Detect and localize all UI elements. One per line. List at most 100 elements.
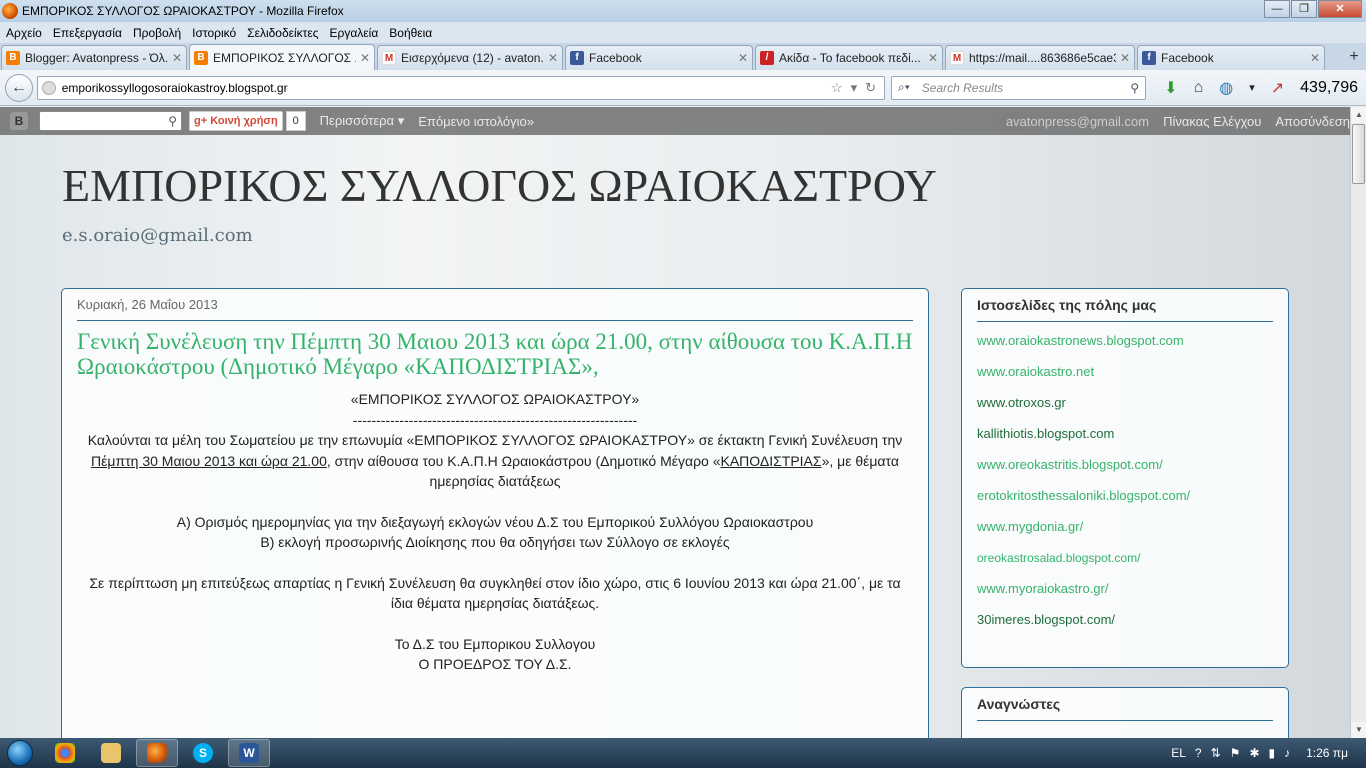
menu-history[interactable]: Ιστορικό [192, 26, 236, 40]
network-icon[interactable]: ⇅ [1211, 746, 1221, 760]
sidebar-link[interactable]: erotokritosthessaloniki.blogspot.com/ [977, 486, 1273, 517]
blogger-icon: B [194, 50, 208, 65]
back-button[interactable]: ← [5, 73, 33, 102]
links-widget-title: Ιστοσελίδες της πόλης μας [977, 297, 1273, 322]
search-engine-icon[interactable]: ⌕▾ [898, 80, 910, 95]
history-dropdown-icon[interactable]: ▾ [851, 80, 858, 96]
scroll-up-icon[interactable]: ▲ [1351, 107, 1366, 123]
tab-akida[interactable]: / Ακίδα - Το facebook πεδί... ✕ [755, 45, 943, 70]
vertical-scrollbar[interactable]: ▲ ▼ [1350, 107, 1366, 738]
tab-close-icon[interactable]: ✕ [1310, 51, 1320, 65]
readers-widget-title: Αναγνώστες [977, 696, 1273, 721]
search-placeholder: Search Results [921, 80, 1004, 95]
page-content: B ⚲ g+ Κοινή χρήση 0 Περισσότερα ▾ Επόμε… [0, 107, 1350, 738]
sidebar-link[interactable]: www.myoraiokastro.gr/ [977, 579, 1273, 610]
home-icon[interactable]: ⌂ [1194, 79, 1204, 97]
tab-close-icon[interactable]: ✕ [738, 51, 748, 65]
download-icon[interactable]: ⬇ [1164, 78, 1177, 98]
sidebar-link[interactable]: www.oreokastritis.blogspot.com/ [977, 455, 1273, 486]
taskbar-word[interactable]: W [228, 739, 270, 767]
search-bar[interactable]: ⌕▾ Search Results ⚲ [891, 75, 1147, 100]
tab-close-icon[interactable]: ✕ [1120, 51, 1130, 65]
new-tab-button[interactable]: + [1342, 46, 1366, 70]
reload-icon[interactable]: ↻ [865, 80, 876, 96]
tab-close-icon[interactable]: ✕ [548, 51, 558, 65]
tab-blogger[interactable]: B Blogger: Avatonpress - Όλ... ✕ [1, 45, 187, 70]
gmail-icon: M [950, 51, 964, 65]
tab-close-icon[interactable]: ✕ [928, 51, 938, 65]
stats-icon[interactable]: ↗ [1271, 78, 1284, 98]
bluetooth-icon[interactable]: ✱ [1249, 746, 1259, 760]
addon-dropdown-icon[interactable]: ▾ [1249, 81, 1255, 94]
menu-bookmarks[interactable]: Σελιδοδείκτες [247, 26, 318, 40]
language-indicator[interactable]: EL [1171, 746, 1186, 760]
menu-help[interactable]: Βοήθεια [389, 26, 432, 40]
menu-file[interactable]: Αρχείο [6, 26, 42, 40]
more-menu[interactable]: Περισσότερα ▾ [320, 113, 405, 129]
post-org-heading: «ΕΜΠΟΡΙΚΟΣ ΣΥΛΛΟΓΟΣ ΩΡΑΙΟΚΑΣΤΡΟΥ» [350, 391, 640, 407]
system-tray: EL ? ⇅ ⚑ ✱ ▮ ♪ 1:26 πμ [1162, 746, 1366, 760]
site-identity-icon[interactable] [41, 80, 56, 95]
post-divider: ----------------------------------------… [352, 411, 638, 428]
sidebar-link[interactable]: oreokastrosalad.blogspot.com/ [977, 548, 1273, 579]
post-title[interactable]: Γενική Συνέλευση την Πέμπτη 30 Μαιου 201… [77, 329, 913, 379]
tab-close-icon[interactable]: ✕ [360, 51, 370, 65]
tab-mail[interactable]: M https://mail....863686e5cae3 ✕ [945, 45, 1135, 70]
folder-icon [101, 743, 121, 763]
window-title: ΕΜΠΟΡΙΚΟΣ ΣΥΛΛΟΓΟΣ ΩΡΑΙΟΚΑΣΤΡΟΥ - Mozill… [22, 4, 344, 18]
blogger-navbar: B ⚲ g+ Κοινή χρήση 0 Περισσότερα ▾ Επόμε… [0, 107, 1350, 135]
blog-title[interactable]: ΕΜΠΟΡΙΚΟΣ ΣΥΛΛΟΓΟΣ ΩΡΑΙΟΚΑΣΤΡΟΥ [62, 159, 937, 212]
clock[interactable]: 1:26 πμ [1306, 746, 1348, 760]
menu-bar: Αρχείο Επεξεργασία Προβολή Ιστορικό Σελι… [0, 22, 1366, 43]
menu-edit[interactable]: Επεξεργασία [53, 26, 122, 40]
minimize-button[interactable]: — [1264, 0, 1290, 18]
sidebar-link[interactable]: kallithiotis.blogspot.com [977, 424, 1273, 455]
post-paragraph-2: Σε περίπτωση μη επιτεύξεως απαρτίας η Γε… [89, 574, 901, 612]
sidebar-link[interactable]: www.otroxos.gr [977, 393, 1273, 424]
sidebar-link[interactable]: www.oraiokastro.net [977, 362, 1273, 393]
sidebar-link[interactable]: www.mygdonia.gr/ [977, 517, 1273, 548]
chrome-icon [55, 743, 75, 763]
taskbar-skype[interactable]: S [182, 739, 224, 767]
action-center-icon[interactable]: ⚑ [1230, 746, 1241, 760]
blog-description: e.s.oraio@gmail.com [62, 225, 253, 246]
volume-icon[interactable]: ♪ [1284, 746, 1290, 760]
search-icon[interactable]: ⚲ [168, 114, 177, 128]
tab-facebook-2[interactable]: f Facebook ✕ [1137, 45, 1325, 70]
taskbar-chrome[interactable] [44, 739, 86, 767]
taskbar-explorer[interactable] [90, 739, 132, 767]
url-bar[interactable]: emporikossyllogosoraiokastroy.blogspot.g… [36, 75, 886, 100]
post-item-a: Α) Ορισμός ημερομηνίας για την διεξαγωγή… [176, 513, 814, 530]
tab-inbox[interactable]: M Εισερχόμενα (12) - avaton... ✕ [377, 45, 563, 70]
readers-widget: Αναγνώστες [961, 687, 1289, 738]
sidebar-link[interactable]: www.oraiokastronews.blogspot.com [977, 331, 1273, 362]
close-button[interactable]: ✕ [1318, 0, 1362, 18]
menu-tools[interactable]: Εργαλεία [330, 26, 379, 40]
post-signature-2: Ο ΠΡΟΕΔΡΟΣ ΤΟΥ Δ.Σ. [418, 656, 572, 672]
menu-view[interactable]: Προβολή [133, 26, 181, 40]
next-blog-link[interactable]: Επόμενο ιστολόγιο» [418, 114, 534, 129]
sidebar-link[interactable]: 30imeres.blogspot.com/ [977, 610, 1273, 641]
links-widget: Ιστοσελίδες της πόλης μας www.oraiokastr… [961, 288, 1289, 668]
tab-close-icon[interactable]: ✕ [172, 51, 182, 65]
help-icon[interactable]: ? [1195, 746, 1202, 760]
addon-globe-icon[interactable]: ◍ [1219, 78, 1233, 98]
signal-icon[interactable]: ▮ [1269, 746, 1276, 760]
search-icon[interactable]: ⚲ [1130, 81, 1139, 95]
scroll-thumb[interactable] [1352, 124, 1365, 184]
window-titlebar: ΕΜΠΟΡΙΚΟΣ ΣΥΛΛΟΓΟΣ ΩΡΑΙΟΚΑΣΤΡΟΥ - Mozill… [0, 0, 1366, 22]
start-button[interactable] [0, 738, 40, 768]
signout-link[interactable]: Αποσύνδεση [1275, 114, 1350, 129]
blogger-logo-icon[interactable]: B [10, 112, 28, 130]
scroll-down-icon[interactable]: ▼ [1351, 722, 1366, 738]
share-count: 0 [285, 111, 306, 131]
bookmark-star-icon[interactable]: ☆ [831, 80, 843, 96]
maximize-button[interactable]: ❐ [1291, 0, 1317, 18]
post-item-b: Β) εκλογή προσωρινής Διοίκησης που θα οδ… [260, 534, 730, 550]
dashboard-link[interactable]: Πίνακας Ελέγχου [1163, 114, 1261, 129]
share-button[interactable]: g+ Κοινή χρήση [189, 111, 283, 131]
tab-facebook-1[interactable]: f Facebook ✕ [565, 45, 753, 70]
blog-search-input[interactable]: ⚲ [39, 111, 182, 131]
taskbar-firefox[interactable] [136, 739, 178, 767]
tab-emporikos[interactable]: B ΕΜΠΟΡΙΚΟΣ ΣΥΛΛΟΓΟΣ ... ✕ [189, 44, 375, 70]
